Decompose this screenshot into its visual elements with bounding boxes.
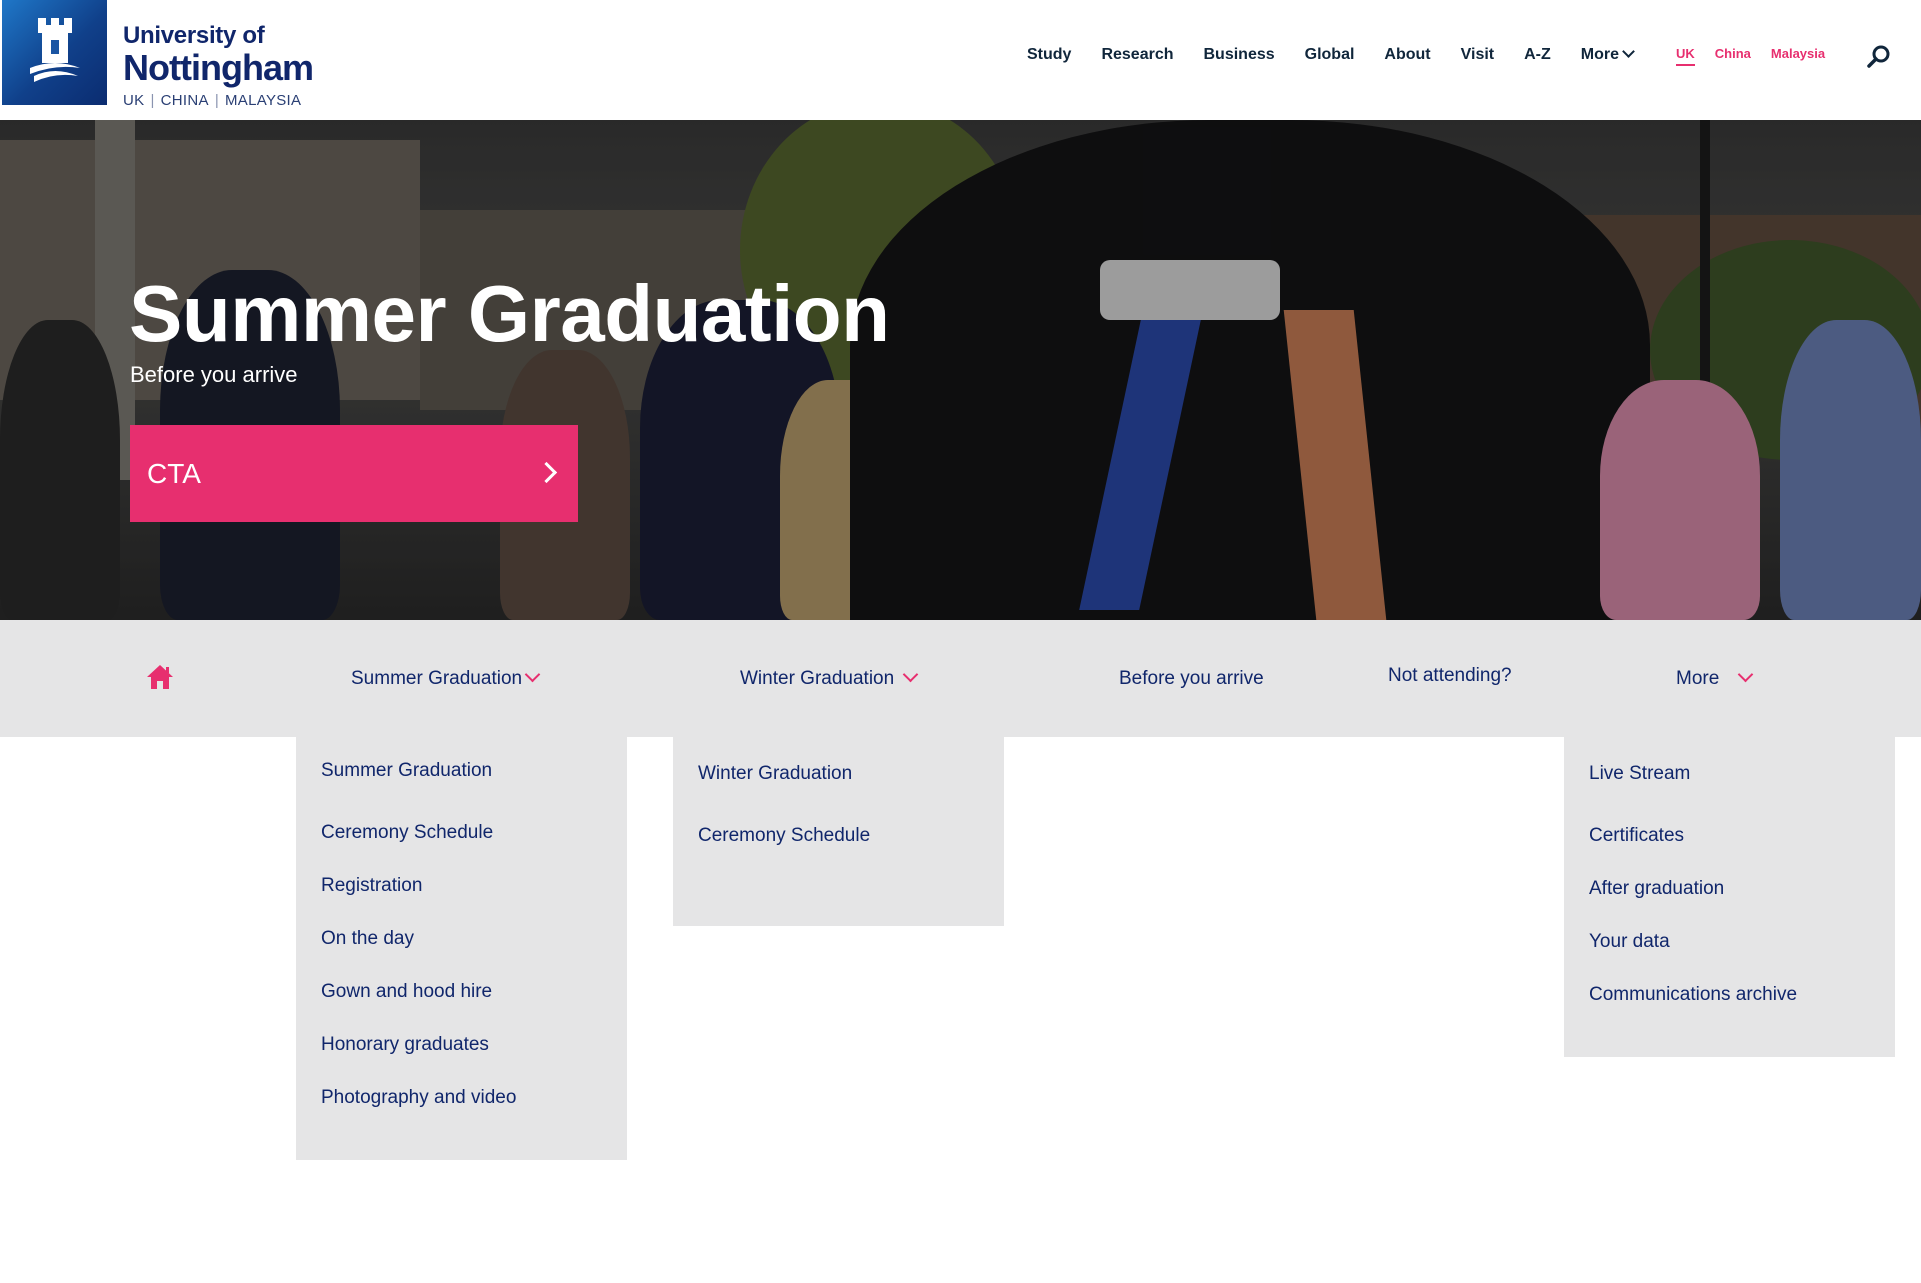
nav-more-label: More — [1580, 46, 1620, 63]
nav-visit[interactable]: Visit — [1461, 46, 1495, 64]
secnav-not-attending[interactable]: Not attending? — [1388, 665, 1512, 687]
nav-more[interactable]: More — [1580, 45, 1635, 64]
logo-campus-uk: UK — [123, 92, 145, 109]
logo-campus-list: UK | CHINA | MALAYSIA — [123, 92, 302, 109]
hero-banner: Summer Graduation Before you arrive CTA — [0, 120, 1921, 620]
dropdown-link-on-the-day[interactable]: On the day — [321, 928, 414, 950]
campus-link-uk[interactable]: UK — [1676, 46, 1695, 66]
chevron-down-icon — [1738, 666, 1754, 683]
nav-business[interactable]: Business — [1204, 46, 1275, 64]
cta-button[interactable]: CTA — [130, 425, 578, 522]
nav-a-z[interactable]: A-Z — [1524, 46, 1551, 64]
logo-campus-china: CHINA — [160, 92, 209, 109]
secnav-winter-label: Winter Graduation — [740, 668, 895, 689]
chevron-right-icon — [535, 461, 558, 484]
chevron-down-icon — [525, 666, 541, 683]
section-nav: Summer Graduation Winter Graduation Befo… — [0, 620, 1921, 737]
dropdown-link-photography-video[interactable]: Photography and video — [321, 1087, 516, 1109]
dropdown-link-honorary-graduates[interactable]: Honorary graduates — [321, 1034, 489, 1056]
site-header: University of Nottingham UK | CHINA | MALAYS… — [0, 0, 1921, 120]
search-icon — [1867, 45, 1890, 68]
secnav-winter-graduation[interactable]: Winter Graduation — [740, 666, 919, 690]
secnav-more[interactable]: More — [1676, 666, 1754, 690]
campus-switcher: UK China Malaysia — [1676, 46, 1845, 66]
secnav-more-label: More — [1676, 668, 1720, 689]
dropdown-link-gown-hood-hire[interactable]: Gown and hood hire — [321, 981, 492, 1003]
search-button[interactable] — [1866, 44, 1892, 70]
nav-study[interactable]: Study — [1027, 46, 1071, 64]
dropdown-summer-graduation: Summer Graduation Ceremony Schedule Regi… — [296, 737, 627, 1160]
dropdown-link-certificates[interactable]: Certificates — [1589, 825, 1684, 847]
logo-wordmark: University of Nottingham UK | CHINA | MALAYS… — [123, 22, 314, 112]
nav-research[interactable]: Research — [1101, 46, 1173, 64]
secnav-summer-label: Summer Graduation — [351, 668, 523, 689]
dropdown-link-communications-archive[interactable]: Communications archive — [1589, 984, 1797, 1006]
dropdown-more: Live Stream Certificates After graduatio… — [1564, 737, 1895, 1057]
dropdown-link-winter-graduation[interactable]: Winter Graduation — [698, 763, 852, 785]
chevron-down-icon — [902, 666, 919, 683]
chevron-down-icon — [1622, 45, 1635, 58]
nav-global[interactable]: Global — [1305, 46, 1355, 64]
dropdown-link-registration[interactable]: Registration — [321, 875, 422, 897]
dropdown-link-winter-ceremony-schedule[interactable]: Ceremony Schedule — [698, 825, 870, 847]
page-title: Summer Graduation — [129, 269, 890, 358]
primary-nav: Study Research Business Global About Vis… — [1027, 45, 1663, 64]
dropdown-link-summer-graduation[interactable]: Summer Graduation — [321, 760, 492, 782]
logo-line-university: University of — [123, 22, 265, 49]
cta-label: CTA — [147, 457, 201, 489]
dropdown-winter-graduation: Winter Graduation Ceremony Schedule — [673, 737, 1004, 926]
logo-campus-malaysia: MALAYSIA — [225, 92, 302, 109]
logo-line-nottingham: Nottingham — [123, 47, 314, 88]
dropdown-link-ceremony-schedule[interactable]: Ceremony Schedule — [321, 822, 493, 844]
secnav-before-you-arrive[interactable]: Before you arrive — [1119, 668, 1264, 690]
dropdown-link-after-graduation[interactable]: After graduation — [1589, 878, 1724, 900]
campus-link-china[interactable]: China — [1715, 46, 1751, 66]
page-subtitle: Before you arrive — [130, 362, 298, 387]
campus-link-malaysia[interactable]: Malaysia — [1771, 46, 1825, 66]
castle-crest-icon — [2, 0, 107, 105]
dropdown-link-live-stream[interactable]: Live Stream — [1589, 763, 1690, 785]
dropdown-link-your-data[interactable]: Your data — [1589, 931, 1670, 953]
home-icon — [147, 665, 173, 689]
secnav-summer-graduation[interactable]: Summer Graduation — [351, 666, 541, 690]
nav-about[interactable]: About — [1384, 46, 1430, 64]
home-button[interactable] — [145, 663, 175, 691]
